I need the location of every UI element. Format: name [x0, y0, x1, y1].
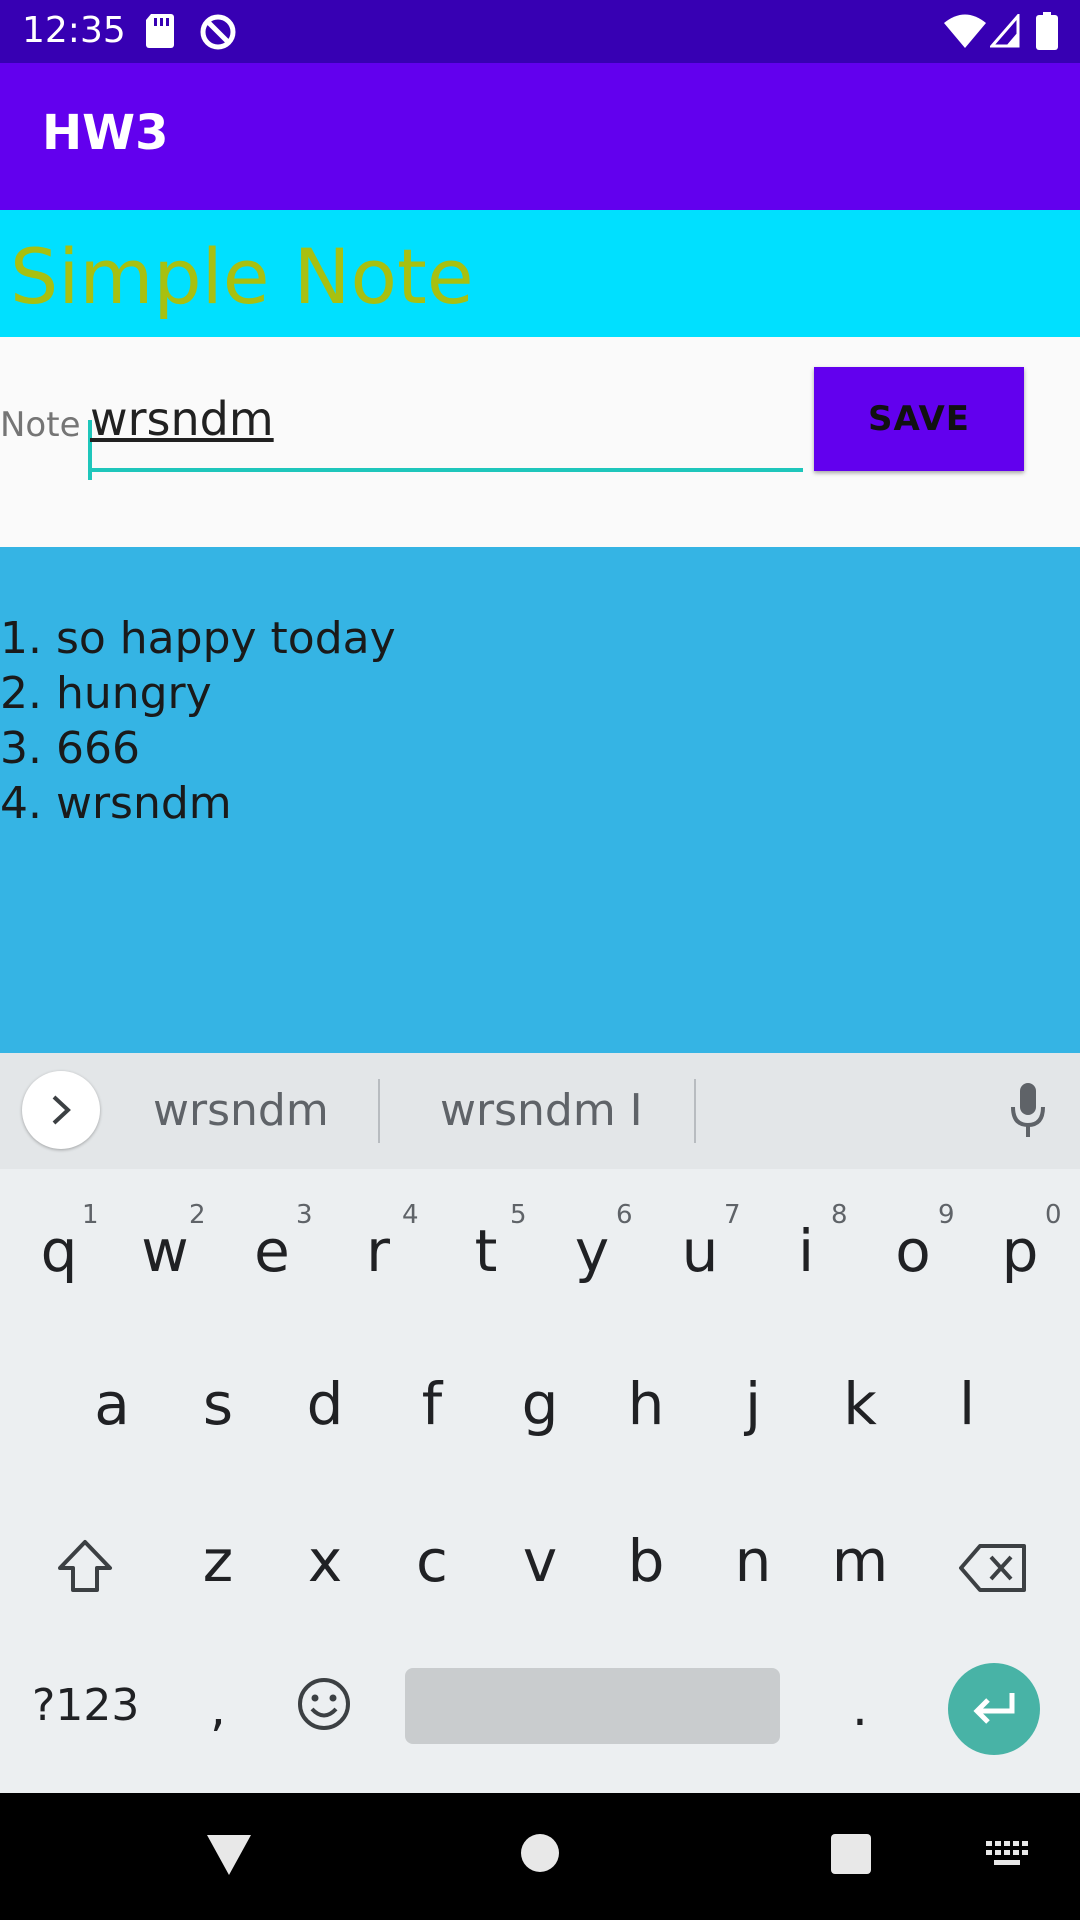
suggestion-2[interactable]: wrsndm I [440, 1083, 643, 1139]
key-hint: 3 [296, 1200, 313, 1230]
data-saver-icon [200, 14, 236, 50]
status-time: 12:35 [22, 10, 126, 51]
key-v[interactable]: v [500, 1526, 580, 1596]
key-hint: 7 [724, 1200, 741, 1230]
key-b[interactable]: b [606, 1526, 686, 1596]
keyboard-switch-icon[interactable] [986, 1841, 1030, 1869]
emoji-icon[interactable] [296, 1676, 352, 1732]
chevron-right-icon [52, 1095, 71, 1125]
key-s[interactable]: s [178, 1369, 258, 1439]
suggestion-strip: wrsndm wrsndm I [0, 1053, 1080, 1169]
key-hint: 4 [402, 1200, 419, 1230]
status-bar: 12:35 [0, 0, 1080, 63]
keyboard-row-1: q 1 w 2 e 3 r 4 t 5 y 6 u 7 i 8 o 9 p 0 [0, 1200, 1080, 1318]
header-title: Simple Note [10, 232, 474, 321]
key-z[interactable]: z [178, 1526, 258, 1596]
key-hint: 9 [938, 1200, 955, 1230]
list-item: 4. wrsndm [0, 778, 232, 829]
list-item: 1. so happy today [0, 613, 396, 664]
key-x[interactable]: x [285, 1526, 365, 1596]
key-comma[interactable]: , [178, 1673, 258, 1743]
key-h[interactable]: h [606, 1369, 686, 1439]
recents-icon[interactable] [830, 1833, 872, 1875]
navigation-bar [0, 1793, 1080, 1920]
app-bar: HW3 [0, 63, 1080, 210]
space-bar[interactable] [405, 1668, 780, 1744]
key-n[interactable]: n [713, 1526, 793, 1596]
suggestion-divider [378, 1079, 380, 1143]
microphone-icon[interactable] [1010, 1083, 1046, 1139]
backspace-icon[interactable] [958, 1542, 1028, 1594]
key-a[interactable]: a [72, 1369, 152, 1439]
battery-icon [1036, 12, 1058, 50]
key-j[interactable]: j [713, 1369, 793, 1439]
shift-icon[interactable] [54, 1538, 116, 1594]
key-c[interactable]: c [392, 1526, 472, 1596]
note-input-row: Note wrsndm SAVE [0, 337, 1080, 547]
list-item: 2. hungry [0, 668, 212, 719]
key-l[interactable]: l [927, 1369, 1007, 1439]
key-f[interactable]: f [392, 1369, 472, 1439]
note-input-value: wrsndm [90, 392, 274, 446]
list-item: 3. 666 [0, 723, 140, 774]
app-title: HW3 [42, 105, 169, 161]
key-hint: 2 [189, 1200, 206, 1230]
key-hint: 5 [510, 1200, 527, 1230]
expand-suggestions-button[interactable] [22, 1071, 100, 1149]
home-icon[interactable] [520, 1833, 560, 1873]
key-k[interactable]: k [820, 1369, 900, 1439]
key-d[interactable]: d [285, 1369, 365, 1439]
suggestion-divider [694, 1079, 696, 1143]
wifi-icon [944, 14, 986, 48]
key-m[interactable]: m [820, 1526, 900, 1596]
note-input[interactable]: wrsndm [88, 372, 803, 480]
symbols-key[interactable]: ?123 [32, 1678, 139, 1734]
note-label: Note [0, 405, 81, 445]
soft-keyboard: wrsndm wrsndm I q 1 w 2 e 3 r 4 t 5 y 6 … [0, 1053, 1080, 1793]
key-period[interactable]: . [820, 1673, 900, 1743]
save-button[interactable]: SAVE [814, 367, 1024, 471]
enter-arrow-icon [973, 1693, 1015, 1724]
back-icon[interactable] [205, 1833, 253, 1877]
keyboard-row-2: a s d f g h j k l [0, 1361, 1080, 1471]
header-banner: Simple Note [0, 210, 1080, 337]
suggestion-1[interactable]: wrsndm [153, 1083, 329, 1139]
key-hint: 0 [1045, 1200, 1062, 1230]
sd-card-icon [146, 14, 174, 48]
key-g[interactable]: g [500, 1369, 580, 1439]
keyboard-row-3: z x c v b n m [0, 1518, 1080, 1628]
key-hint: 1 [82, 1200, 99, 1230]
notes-list: 1. so happy today 2. hungry 3. 666 4. wr… [0, 547, 1080, 1053]
signal-icon [990, 14, 1020, 48]
key-hint: 6 [616, 1200, 633, 1230]
key-hint: 8 [831, 1200, 848, 1230]
enter-button[interactable] [948, 1663, 1040, 1755]
